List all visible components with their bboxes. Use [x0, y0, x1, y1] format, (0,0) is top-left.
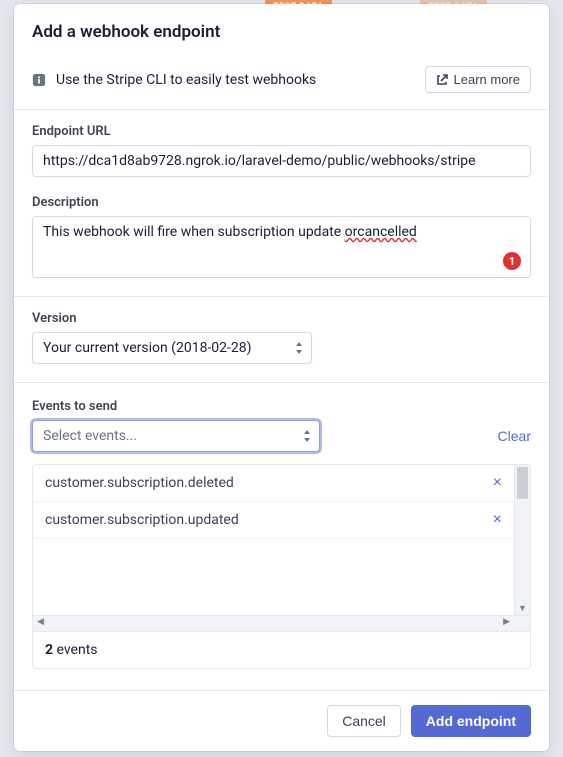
events-header: Events to send	[14, 383, 549, 420]
endpoint-url-label: Endpoint URL	[32, 124, 531, 139]
events-count-row: 2 events	[33, 631, 530, 668]
events-count-number: 2	[45, 642, 53, 658]
events-label: Events to send	[32, 399, 117, 414]
cancel-button[interactable]: Cancel	[327, 705, 401, 737]
event-row: customer.subscription.updated ×	[33, 502, 514, 539]
scrollbar-thumb[interactable]	[517, 467, 528, 499]
version-select[interactable]: Your current version (2018-02-28)	[32, 332, 312, 364]
cli-tip-row: Use the Stripe CLI to easily test webhoo…	[14, 52, 549, 110]
selected-events-box: customer.subscription.deleted×customer.s…	[32, 464, 531, 669]
cli-tip-text: Use the Stripe CLI to easily test webhoo…	[56, 72, 316, 88]
clear-events-button[interactable]: Clear	[498, 422, 531, 450]
scroll-right-arrow[interactable]: ▶	[503, 617, 510, 627]
webhook-modal: Add a webhook endpoint Use the Stripe CL…	[14, 4, 549, 751]
events-count-label: events	[53, 642, 97, 658]
spellcheck-error-badge[interactable]: 1	[503, 252, 521, 270]
version-block: Version Your current version (2018-02-28…	[14, 297, 549, 383]
scroll-down-arrow[interactable]: ▼	[515, 603, 530, 614]
misspelled-word: orcancelled	[345, 224, 417, 240]
external-link-icon	[436, 74, 448, 86]
remove-event-button[interactable]: ×	[493, 474, 502, 492]
info-icon	[32, 73, 46, 87]
event-name: customer.subscription.updated	[45, 512, 239, 528]
description-input[interactable]: This webhook will fire when subscription…	[32, 216, 531, 278]
learn-more-button[interactable]: Learn more	[425, 66, 531, 93]
description-label: Description	[32, 195, 531, 210]
modal-footer: Cancel Add endpoint	[14, 690, 549, 751]
events-select[interactable]: Select events...	[32, 420, 320, 452]
endpoint-url-block: Endpoint URL	[14, 110, 549, 181]
version-label: Version	[32, 311, 531, 326]
event-name: customer.subscription.deleted	[45, 475, 234, 491]
event-row: customer.subscription.deleted ×	[33, 465, 514, 502]
vertical-scrollbar[interactable]: ▼	[514, 465, 530, 615]
remove-event-button[interactable]: ×	[493, 511, 502, 529]
modal-title: Add a webhook endpoint	[14, 4, 549, 52]
add-endpoint-button[interactable]: Add endpoint	[411, 705, 531, 737]
scroll-left-arrow[interactable]: ◀	[37, 617, 44, 627]
learn-more-label: Learn more	[454, 72, 520, 87]
description-block: Description This webhook will fire when …	[14, 181, 549, 297]
horizontal-scrollbar[interactable]: ◀ ▶	[33, 615, 530, 631]
endpoint-url-input[interactable]	[32, 145, 531, 177]
